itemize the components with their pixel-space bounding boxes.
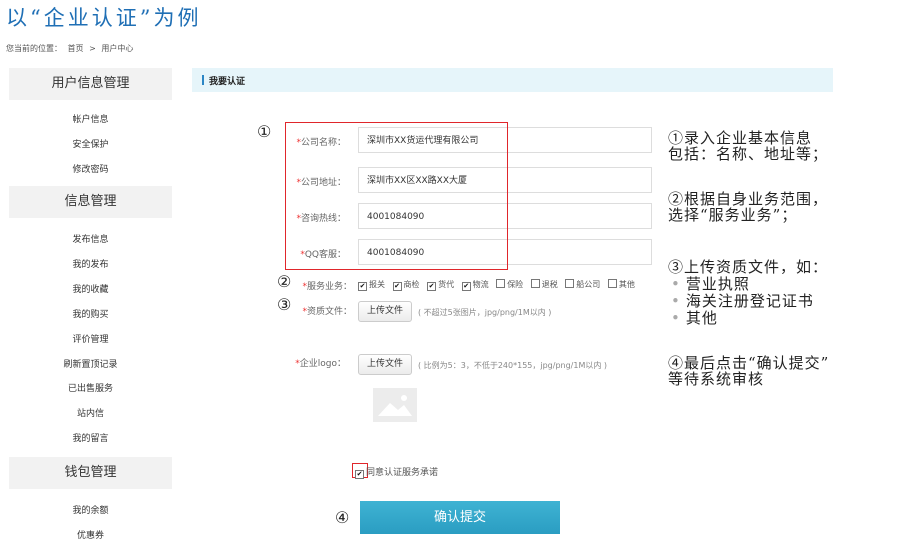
sidebar-heading-wallet: 钱包管理 (9, 457, 172, 489)
annotation-bullet: • 营业执照 (671, 275, 750, 293)
breadcrumb: 您当前的位置： 首页 > 用户中心 (6, 43, 136, 54)
step-marker-4: ④ (335, 508, 350, 527)
annotation-step3: ③上传资质文件，如： (668, 258, 829, 276)
logo-label: *企业logo： (295, 359, 346, 369)
page-heading: 以“企业认证”为例 (6, 6, 202, 30)
qualification-hint: ( 不超过5张图片，jpg/png/1M以内 ) (418, 308, 552, 317)
checkbox-checked[interactable]: ✔ (461, 282, 471, 291)
submit-button[interactable]: 确认提交 (360, 501, 560, 534)
services-label: *服务业务： (302, 282, 352, 292)
sidebar-item-refresh-records[interactable]: 刷新置顶记录 (9, 357, 172, 370)
breadcrumb-separator: > (89, 44, 96, 53)
sidebar-item-security[interactable]: 安全保护 (9, 137, 172, 150)
sidebar-heading-info-management: 信息管理 (9, 186, 172, 218)
upload-logo-button[interactable]: 上传文件 (358, 354, 412, 375)
basic-info-highlight-box (285, 122, 508, 270)
annotation-bullet: • 海关注册登记证书 (671, 292, 814, 310)
service-option-other[interactable]: 其他 (607, 279, 635, 289)
section-header: 我要认证 (192, 68, 833, 92)
checkbox-checked[interactable]: ✔ (358, 282, 367, 291)
checkbox-checked[interactable]: ✔ (392, 282, 402, 291)
sidebar-item-account-info[interactable]: 帐户信息 (9, 112, 172, 125)
sidebar-heading-user-info: 用户信息管理 (9, 68, 172, 100)
checkbox-checked[interactable]: ✔ (427, 282, 437, 291)
image-placeholder-icon (373, 388, 417, 422)
agree-terms-label: 同意认证服务承诺 (366, 468, 439, 478)
breadcrumb-home-link[interactable]: 首页 (68, 44, 84, 53)
sidebar-item-publish-info[interactable]: 发布信息 (9, 232, 172, 245)
sidebar-item-balance[interactable]: 我的余额 (9, 503, 172, 516)
annotation-step2: ②根据自身业务范围， 选择“服务业务”； (668, 190, 829, 224)
service-option-logistics[interactable]: ✔ 物流 (461, 280, 489, 291)
section-title: 我要认证 (209, 77, 246, 87)
annotation-step4: ④最后点击“确认提交” 等待系统审核 (668, 354, 830, 388)
checkbox-unchecked[interactable] (565, 279, 575, 288)
sidebar-item-my-comments[interactable]: 我的留言 (9, 431, 172, 444)
sidebar-item-my-favorites[interactable]: 我的收藏 (9, 282, 172, 295)
logo-hint: ( 比例为5：3，不低于240*155，jpg/png/1M以内 ) (418, 361, 608, 370)
services-checkbox-group: ✔ 报关 ✔ 商检 ✔ 货代 ✔ 物流 保险 退税 船公司 其他 (358, 279, 640, 291)
checkbox-checked[interactable]: ✔ (355, 470, 364, 479)
sidebar-item-sold-services[interactable]: 已出售服务 (9, 381, 172, 394)
service-option-forwarding[interactable]: ✔ 货代 (427, 280, 454, 291)
service-option-tax-refund[interactable]: 退税 (530, 279, 558, 289)
service-option-shipping-company[interactable]: 船公司 (565, 279, 600, 289)
qualification-label: *资质文件： (302, 307, 352, 317)
sidebar-item-my-posts[interactable]: 我的发布 (9, 257, 172, 270)
sidebar-item-my-purchases[interactable]: 我的购买 (9, 307, 172, 320)
sidebar-item-reviews[interactable]: 评价管理 (9, 332, 172, 345)
section-accent-bar (202, 75, 204, 85)
agree-terms-checkbox[interactable]: ✔ 同意认证服务承诺 (352, 465, 438, 479)
service-option-customs[interactable]: ✔ 报关 (358, 280, 385, 291)
sidebar-item-messages[interactable]: 站内信 (9, 406, 172, 419)
step-marker-1: ① (257, 122, 272, 141)
annotation-bullet: • 其他 (671, 309, 718, 327)
sidebar-item-change-password[interactable]: 修改密码 (9, 162, 172, 175)
checkbox-unchecked[interactable] (530, 279, 540, 288)
service-option-insurance[interactable]: 保险 (496, 279, 523, 289)
checkbox-unchecked[interactable] (607, 279, 617, 288)
breadcrumb-current[interactable]: 用户中心 (101, 44, 133, 53)
checkbox-unchecked[interactable] (496, 279, 506, 288)
sidebar: 用户信息管理 帐户信息 安全保护 修改密码 信息管理 发布信息 我的发布 我的收… (9, 68, 172, 543)
annotation-step1: ①录入企业基本信息 包括：名称、地址等； (668, 129, 829, 163)
service-option-inspection[interactable]: ✔ 商检 (392, 280, 420, 291)
sidebar-item-coupons[interactable]: 优惠券 (9, 528, 172, 541)
breadcrumb-prefix: 您当前的位置： (6, 44, 62, 53)
upload-qualification-button[interactable]: 上传文件 (358, 301, 412, 322)
